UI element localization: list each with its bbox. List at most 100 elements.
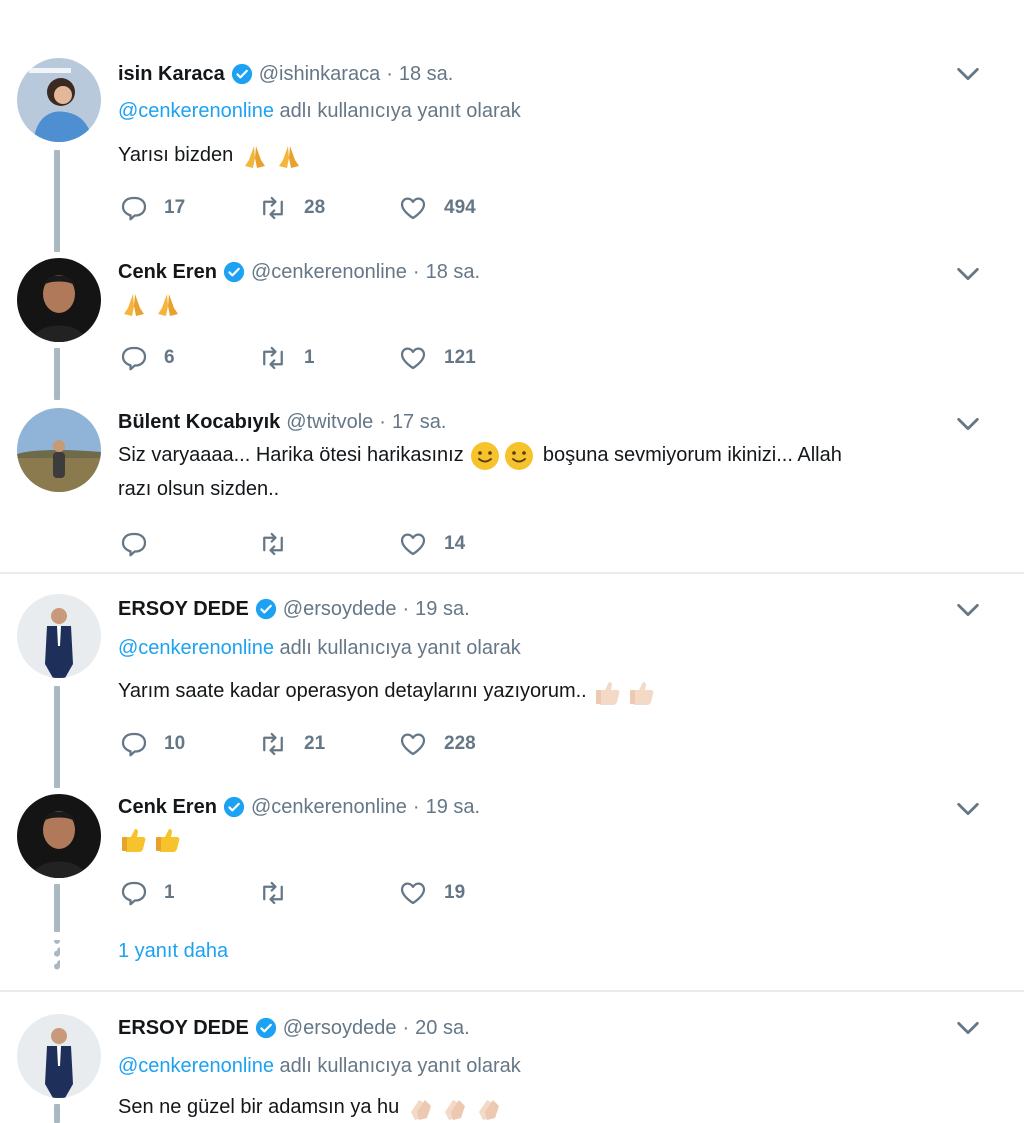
reply-mention-link[interactable]: @cenkerenonline	[118, 1055, 274, 1077]
tweet-text-body: Siz varyaaaa... Harika ötesi harikasınız	[118, 444, 464, 466]
chevron-down-icon[interactable]	[954, 596, 982, 624]
retweet-button[interactable]: 21	[258, 729, 325, 759]
tweet-header: ERSOY DEDE @ersoydede · 19 sa.	[118, 596, 470, 622]
tweet-text	[118, 821, 968, 855]
like-button[interactable]: 121	[398, 343, 476, 373]
like-button[interactable]: 494	[398, 193, 476, 223]
retweet-button[interactable]: 28	[258, 193, 325, 223]
author-handle[interactable]: @cenkerenonline	[251, 259, 407, 285]
reply-context-label: adlı kullanıcıya yanıt olarak	[273, 100, 521, 122]
retweet-button[interactable]: 1	[258, 343, 315, 373]
like-button[interactable]: 19	[398, 878, 465, 908]
chevron-down-icon[interactable]	[954, 410, 982, 438]
reply-context: @cenkerenonline adlı kullanıcıya yanıt o…	[118, 100, 521, 123]
author-handle[interactable]: @twitvole	[286, 409, 373, 435]
tweet-text-body-continued: boşuna sevmiyorum ikinizi... Allah	[542, 444, 842, 466]
conversation-thread: isin Karaca @ishinkaraca · 18 sa. @cenke…	[0, 0, 1024, 1123]
retweet-button[interactable]	[258, 878, 304, 908]
reply-icon	[121, 196, 147, 221]
tweet-time[interactable]: 19 sa.	[415, 596, 469, 622]
tweet-time[interactable]: 19 sa.	[426, 794, 480, 820]
author-name[interactable]: isin Karaca	[118, 61, 225, 87]
separator-dot: ·	[412, 796, 420, 818]
avatar-cenk-eren[interactable]	[17, 794, 101, 878]
tweet-text: Siz varyaaaa... Harika ötesi harikasınız…	[118, 438, 968, 506]
reply-context: @cenkerenonline adlı kullanıcıya yanıt o…	[118, 637, 521, 660]
author-handle[interactable]: @ersoydede	[283, 1015, 397, 1041]
thread-connector	[54, 884, 60, 932]
separator-dot: ·	[402, 598, 410, 620]
heart-icon	[400, 197, 426, 220]
tweet-text: Yarısı bizden	[118, 138, 968, 172]
reply-button[interactable]	[118, 529, 164, 559]
slightly-smiling-emoji	[505, 441, 534, 470]
tweet-actions: 14	[118, 529, 568, 559]
clapping-hands-emoji	[478, 1099, 499, 1120]
author-name[interactable]: ERSOY DEDE	[118, 596, 249, 622]
author-name[interactable]: Bülent Kocabıyık	[118, 409, 280, 435]
chevron-down-icon[interactable]	[954, 60, 982, 88]
author-name[interactable]: Cenk Eren	[118, 259, 217, 285]
verified-badge-icon	[231, 63, 252, 85]
reply-context: @cenkerenonline adlı kullanıcıya yanıt o…	[118, 1055, 521, 1078]
reply-icon	[121, 346, 147, 371]
author-handle[interactable]: @cenkerenonline	[251, 794, 407, 820]
retweet-icon	[263, 881, 283, 905]
reply-mention-link[interactable]: @cenkerenonline	[118, 100, 274, 122]
reply-context-label: adlı kullanıcıya yanıt olarak	[273, 637, 521, 659]
separator-dot: ·	[412, 261, 420, 283]
verified-badge-icon	[223, 261, 245, 283]
thread-connector	[54, 150, 60, 252]
thumbs-up-emoji	[156, 828, 180, 852]
verified-badge-icon	[255, 1017, 276, 1039]
tweet-text: Sen ne güzel bir adamsın ya hu	[118, 1090, 968, 1123]
avatar-isin-karaca[interactable]	[17, 58, 101, 142]
tweet-time[interactable]: 20 sa.	[415, 1015, 469, 1041]
reply-button[interactable]: 1	[118, 878, 175, 908]
avatar-cenk-eren[interactable]	[17, 258, 101, 342]
tweet-time[interactable]: 18 sa.	[426, 259, 480, 285]
like-count: 121	[444, 347, 476, 368]
retweet-button[interactable]	[258, 529, 304, 559]
conversation-separator	[0, 990, 1024, 992]
thumbs-up-emoji	[122, 828, 146, 852]
author-handle[interactable]: @ishinkaraca	[259, 61, 380, 87]
tweet-actions: 10 21 228	[118, 729, 568, 759]
tweet-actions: 6 1 121	[118, 343, 568, 373]
tweet-actions: 17 28 494	[118, 193, 568, 223]
thread-connector-dotted	[54, 940, 60, 970]
reply-count: 10	[164, 733, 186, 754]
chevron-down-icon[interactable]	[954, 1014, 982, 1042]
reply-button[interactable]: 6	[118, 343, 175, 373]
folded-hands-emoji	[158, 293, 178, 316]
reply-count: 17	[164, 197, 186, 218]
clapping-hands-emoji	[410, 1099, 431, 1120]
heart-icon	[400, 733, 426, 756]
folded-hands-emoji	[244, 145, 265, 168]
show-more-replies-link[interactable]: 1 yanıt daha	[118, 940, 228, 963]
chevron-down-icon[interactable]	[954, 260, 982, 288]
reply-icon	[121, 532, 147, 557]
tweet-text-body: Sen ne güzel bir adamsın ya hu	[118, 1096, 400, 1118]
avatar-bulent-kocabiyik[interactable]	[17, 408, 101, 492]
thread-connector	[54, 686, 60, 788]
author-name[interactable]: ERSOY DEDE	[118, 1015, 249, 1041]
author-name[interactable]: Cenk Eren	[118, 794, 217, 820]
avatar-ersoy-dede[interactable]	[17, 1014, 101, 1098]
reply-icon	[121, 732, 147, 757]
chevron-down-icon[interactable]	[954, 795, 982, 823]
conversation-separator	[0, 572, 1024, 574]
tweet-time[interactable]: 17 sa.	[392, 409, 446, 435]
like-button[interactable]: 14	[398, 529, 465, 559]
author-handle[interactable]: @ersoydede	[283, 596, 397, 622]
like-button[interactable]: 228	[398, 729, 476, 759]
avatar-ersoy-dede[interactable]	[17, 594, 101, 678]
reply-button[interactable]: 10	[118, 729, 185, 759]
reply-button[interactable]: 17	[118, 193, 185, 223]
like-count: 228	[444, 733, 476, 754]
reply-context-label: adlı kullanıcıya yanıt olarak	[273, 1055, 521, 1077]
retweet-count: 1	[304, 347, 315, 368]
tweet-time[interactable]: 18 sa.	[399, 61, 453, 87]
tweet-actions: 1 19	[118, 878, 568, 908]
reply-mention-link[interactable]: @cenkerenonline	[118, 637, 274, 659]
